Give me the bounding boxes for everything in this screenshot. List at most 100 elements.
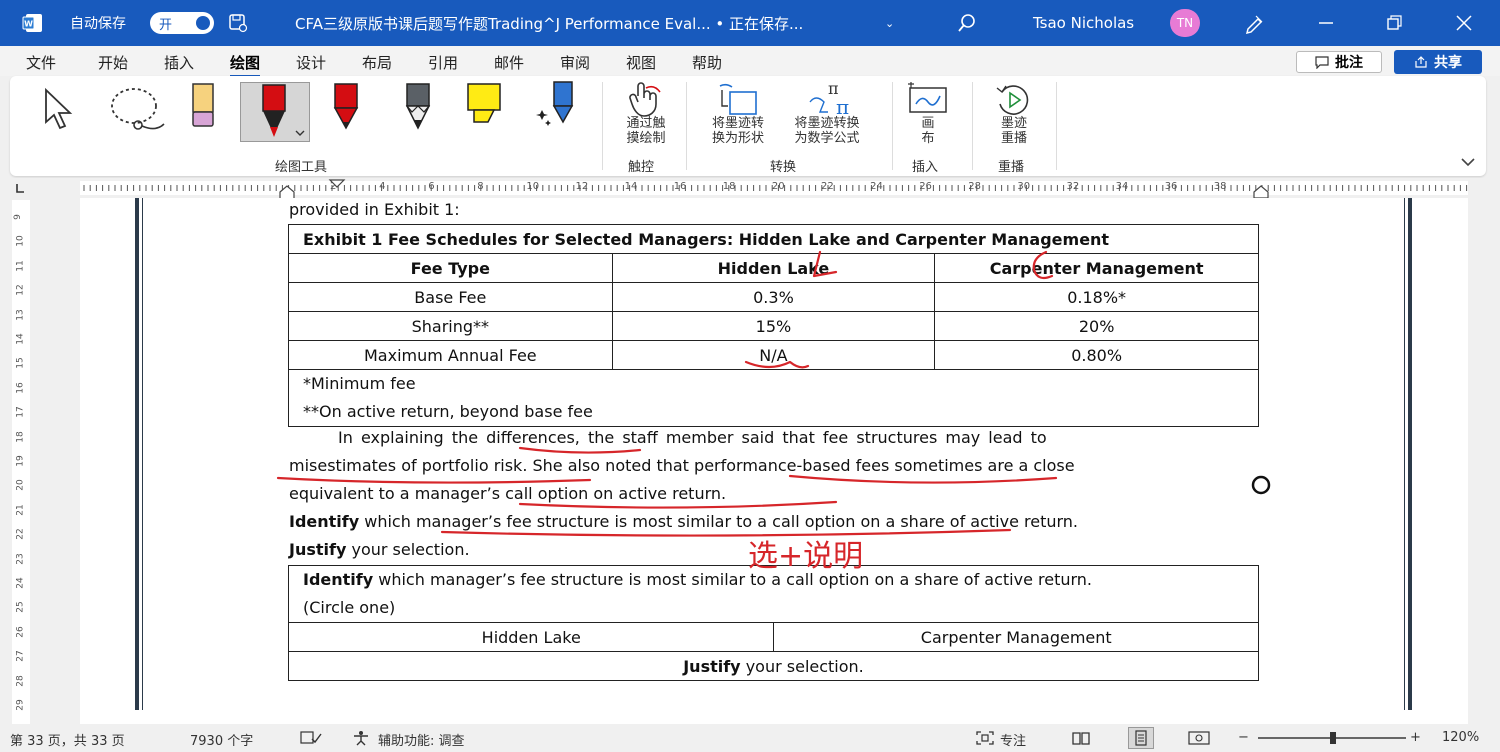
vertical-ruler-number: 25 — [15, 601, 26, 614]
vertical-ruler-number: 12 — [15, 284, 26, 296]
drawing-tools-label: 绘图工具 — [275, 160, 328, 175]
vertical-ruler-number: 15 — [15, 357, 26, 370]
tab-home[interactable]: 开始 — [98, 52, 128, 73]
proofing-icon[interactable] — [300, 731, 322, 745]
canvas-label[interactable]: 画 布 — [910, 116, 946, 146]
table-cell: 20% — [934, 311, 1259, 341]
ink-to-shape-icon[interactable] — [716, 82, 760, 118]
paragraph-line-1[interactable]: In explaining the differences, the staff… — [338, 428, 1047, 447]
touch-draw-label-line1: 通过触 — [626, 116, 666, 131]
table-cell: 0.80% — [934, 340, 1259, 370]
convert-group-label: 转换 — [770, 160, 797, 175]
ruler-number: 16 — [673, 181, 687, 192]
ink-to-math-icon[interactable]: π π — [806, 80, 856, 118]
tab-layout[interactable]: 布局 — [362, 52, 392, 73]
focus-label[interactable]: 专注 — [1000, 730, 1026, 749]
right-indent-marker-icon[interactable] — [1252, 180, 1270, 200]
ribbon-separator — [972, 82, 973, 170]
ink-replay-label[interactable]: 墨迹 重播 — [994, 116, 1034, 146]
tab-mailings[interactable]: 邮件 — [494, 52, 524, 73]
accessibility-icon[interactable] — [352, 730, 370, 746]
title-dropdown-icon[interactable]: ⌄ — [885, 0, 894, 46]
ruler-number: 14 — [624, 181, 638, 192]
restore-icon[interactable] — [1380, 9, 1408, 37]
user-name[interactable]: Tsao Nicholas — [1033, 0, 1134, 46]
accessibility-status[interactable]: 辅助功能: 调查 — [378, 730, 465, 749]
pencil-icon[interactable] — [398, 82, 438, 136]
share-button[interactable]: 共享 — [1394, 50, 1482, 74]
ruler-number: 10 — [526, 181, 540, 192]
paragraph-line-2[interactable]: misestimates of portfolio risk. She also… — [289, 456, 1075, 475]
print-layout-button[interactable] — [1128, 727, 1154, 749]
choice-carpenter[interactable]: Carpenter Management — [773, 622, 1259, 652]
touch-draw-label-line2: 摸绘制 — [626, 131, 666, 146]
ruler-number: 18 — [722, 181, 736, 192]
tab-references[interactable]: 引用 — [428, 52, 458, 73]
vertical-ruler-number: 20 — [15, 479, 26, 492]
choice-hidden-lake[interactable]: Hidden Lake — [287, 622, 775, 652]
zoom-in-button[interactable]: + — [1410, 730, 1421, 745]
tab-design[interactable]: 设计 — [296, 52, 326, 73]
vertical-ruler-number: 28 — [15, 674, 26, 687]
vertical-ruler-number: 9 — [12, 214, 23, 220]
identify-question[interactable]: Identify which manager’s fee structure i… — [289, 512, 1078, 531]
answer-justify-cell[interactable]: Justify your selection. — [288, 651, 1259, 681]
ink-to-math-label[interactable]: 将墨迹转换 为数学公式 — [782, 116, 872, 146]
exhibit-table[interactable]: Exhibit 1 Fee Schedules for Selected Man… — [288, 224, 1259, 427]
document-title[interactable]: CFA三级原版书课后题写作题Trading^J Performance Eval… — [295, 0, 803, 46]
avatar[interactable]: TN — [1170, 9, 1200, 37]
tab-review[interactable]: 审阅 — [560, 52, 590, 73]
touch-draw-label[interactable]: 通过触 摸绘制 — [618, 116, 674, 146]
close-icon[interactable] — [1450, 9, 1478, 37]
zoom-out-button[interactable]: − — [1238, 730, 1249, 745]
autosave-toggle[interactable]: 开 — [150, 12, 214, 34]
answer-table[interactable]: Identify which manager’s fee structure i… — [287, 565, 1259, 681]
effects-pen-icon[interactable] — [536, 80, 582, 136]
justify-question[interactable]: Justify your selection. — [289, 540, 470, 559]
touch-draw-icon[interactable] — [626, 82, 664, 118]
lasso-select-icon[interactable] — [104, 84, 170, 136]
tab-insert[interactable]: 插入 — [164, 52, 194, 73]
paragraph-line-3[interactable]: equivalent to a manager’s call option on… — [289, 484, 726, 503]
page-count[interactable]: 第 33 页，共 33 页 — [10, 730, 125, 749]
focus-mode-icon[interactable] — [976, 731, 994, 745]
ribbon-separator — [602, 82, 603, 170]
save-icon[interactable] — [228, 13, 248, 33]
red-pen-icon-2[interactable] — [326, 82, 366, 136]
search-icon[interactable] — [957, 13, 977, 33]
pen-icon[interactable] — [1243, 12, 1265, 34]
ruler-number: 12 — [575, 181, 589, 192]
ink-replay-icon[interactable] — [994, 82, 1034, 118]
select-arrow-icon[interactable] — [40, 86, 88, 134]
word-count[interactable]: 7930 个字 — [190, 730, 253, 749]
vertical-ruler-number: 11 — [15, 260, 26, 272]
highlighter-icon[interactable] — [462, 82, 508, 132]
tab-draw[interactable]: 绘图 — [230, 52, 261, 78]
ruler-number: 4 — [379, 181, 386, 192]
tab-stop-icon[interactable] — [14, 182, 26, 194]
zoom-slider-thumb[interactable] — [1330, 732, 1336, 744]
zoom-level[interactable]: 120% — [1442, 730, 1479, 745]
status-bar: 第 33 页，共 33 页 7930 个字 辅助功能: 调查 专注 − + 12… — [0, 726, 1500, 750]
comments-button[interactable]: 批注 — [1296, 51, 1382, 73]
ribbon-collapse-icon[interactable] — [1460, 156, 1476, 168]
horizontal-ruler[interactable] — [0, 178, 1500, 198]
red-pen-icon — [262, 84, 305, 137]
intro-line[interactable]: provided in Exhibit 1: — [289, 200, 460, 219]
vertical-ruler-number: 29 — [15, 699, 26, 711]
tab-view[interactable]: 视图 — [626, 52, 656, 73]
drawing-canvas-icon[interactable] — [906, 82, 950, 118]
eraser-icon[interactable] — [186, 82, 220, 130]
ink-to-shape-label[interactable]: 将墨迹转 换为形状 — [700, 116, 776, 146]
web-layout-icon[interactable] — [1188, 731, 1210, 745]
minimize-icon[interactable] — [1312, 9, 1340, 37]
table-cell: Base Fee — [288, 282, 613, 312]
tab-file[interactable]: 文件 — [26, 52, 56, 73]
note-minimum-fee: *Minimum fee — [303, 374, 416, 393]
insert-group-label: 插入 — [912, 160, 939, 175]
tab-help[interactable]: 帮助 — [692, 52, 722, 73]
red-pen-selected[interactable] — [240, 82, 310, 142]
justify-text: your selection. — [346, 540, 470, 559]
read-mode-icon[interactable] — [1072, 731, 1090, 745]
first-line-indent-icon[interactable] — [328, 178, 346, 190]
